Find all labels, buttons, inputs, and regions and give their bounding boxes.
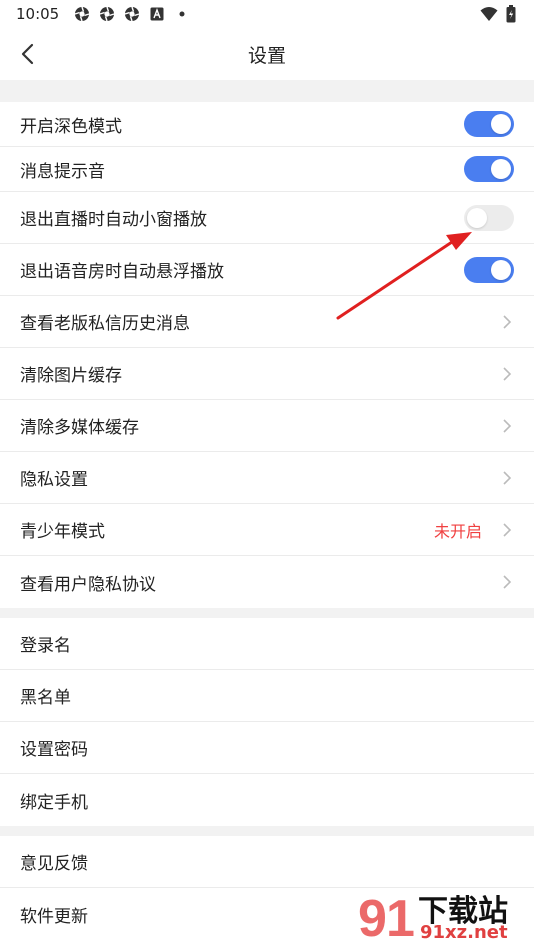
row-privacy-settings[interactable]: 隐私设置 <box>0 452 534 504</box>
wifi-icon <box>480 6 498 26</box>
dot-icon <box>173 5 191 23</box>
status-bar: 10:05 <box>0 0 534 28</box>
row-old-messages[interactable]: 查看老版私信历史消息 <box>0 296 534 348</box>
row-live-mini-window[interactable]: 退出直播时自动小窗播放 <box>0 192 534 244</box>
toggle-knob <box>491 159 511 179</box>
chevron-left-icon <box>21 43 34 65</box>
watermark-url: 91xz.net <box>420 922 508 943</box>
row-teen-mode[interactable]: 青少年模式 未开启 <box>0 504 534 556</box>
aperture-icon <box>123 5 141 23</box>
message-sound-toggle[interactable] <box>464 156 514 182</box>
battery-icon <box>506 5 516 27</box>
toggle-knob <box>467 207 487 228</box>
chevron-right-icon <box>500 416 514 436</box>
row-privacy-agreement[interactable]: 查看用户隐私协议 <box>0 556 534 608</box>
a-box-icon <box>148 5 166 23</box>
row-label: 清除多媒体缓存 <box>20 418 139 438</box>
row-label: 开启深色模式 <box>20 116 122 137</box>
chevron-right-icon <box>500 520 514 540</box>
toggle-knob <box>491 259 511 280</box>
section-divider <box>0 826 534 836</box>
row-label: 查看用户隐私协议 <box>20 574 156 595</box>
row-label: 隐私设置 <box>20 470 88 490</box>
page-title: 设置 <box>247 44 286 67</box>
row-label: 意见反馈 <box>20 854 88 874</box>
chevron-right-icon <box>500 572 514 592</box>
teen-mode-status: 未开启 <box>433 521 482 541</box>
row-label: 退出语音房时自动悬浮播放 <box>20 262 224 282</box>
aperture-icon <box>98 5 116 23</box>
toggle-knob <box>491 114 511 134</box>
row-bind-phone[interactable]: 绑定手机 <box>0 774 534 826</box>
watermark-logo: 9 1 下载站 91xz.net <box>356 884 528 948</box>
status-time: 10:05 <box>16 5 60 23</box>
section-divider <box>0 80 534 102</box>
svg-text:9: 9 <box>358 890 387 946</box>
aperture-icon <box>73 5 91 23</box>
row-dark-mode[interactable]: 开启深色模式 <box>0 102 534 147</box>
row-blacklist[interactable]: 黑名单 <box>0 670 534 722</box>
row-label: 设置密码 <box>20 740 88 760</box>
voice-room-float-toggle[interactable] <box>464 256 514 283</box>
svg-text:1: 1 <box>386 890 415 946</box>
row-login-name[interactable]: 登录名 <box>0 618 534 670</box>
settings-section-2: 登录名 黑名单 设置密码 绑定手机 <box>0 618 534 826</box>
row-feedback[interactable]: 意见反馈 <box>0 836 534 888</box>
nav-bar: 设置 <box>0 28 534 80</box>
section-divider <box>0 608 534 618</box>
row-clear-media-cache[interactable]: 清除多媒体缓存 <box>0 400 534 452</box>
back-button[interactable] <box>14 40 42 68</box>
row-label: 清除图片缓存 <box>20 366 122 386</box>
row-clear-image-cache[interactable]: 清除图片缓存 <box>0 348 534 400</box>
row-label: 黑名单 <box>20 688 71 708</box>
row-label: 消息提示音 <box>20 161 105 182</box>
row-label: 退出直播时自动小窗播放 <box>20 210 207 230</box>
status-right <box>480 5 516 27</box>
row-label: 绑定手机 <box>20 792 88 813</box>
chevron-right-icon <box>500 364 514 384</box>
row-voice-room-float[interactable]: 退出语音房时自动悬浮播放 <box>0 244 534 296</box>
chevron-right-icon <box>500 312 514 332</box>
chevron-right-icon <box>500 468 514 488</box>
row-label: 登录名 <box>20 636 71 656</box>
row-label: 青少年模式 <box>20 522 105 542</box>
row-message-sound[interactable]: 消息提示音 <box>0 147 534 192</box>
row-label: 查看老版私信历史消息 <box>20 314 190 334</box>
settings-section-1: 开启深色模式 消息提示音 退出直播时自动小窗播放 退出语音房时自动悬浮播放 查看… <box>0 102 534 608</box>
live-mini-window-toggle[interactable] <box>464 204 514 231</box>
row-set-password[interactable]: 设置密码 <box>0 722 534 774</box>
dark-mode-toggle[interactable] <box>464 111 514 137</box>
